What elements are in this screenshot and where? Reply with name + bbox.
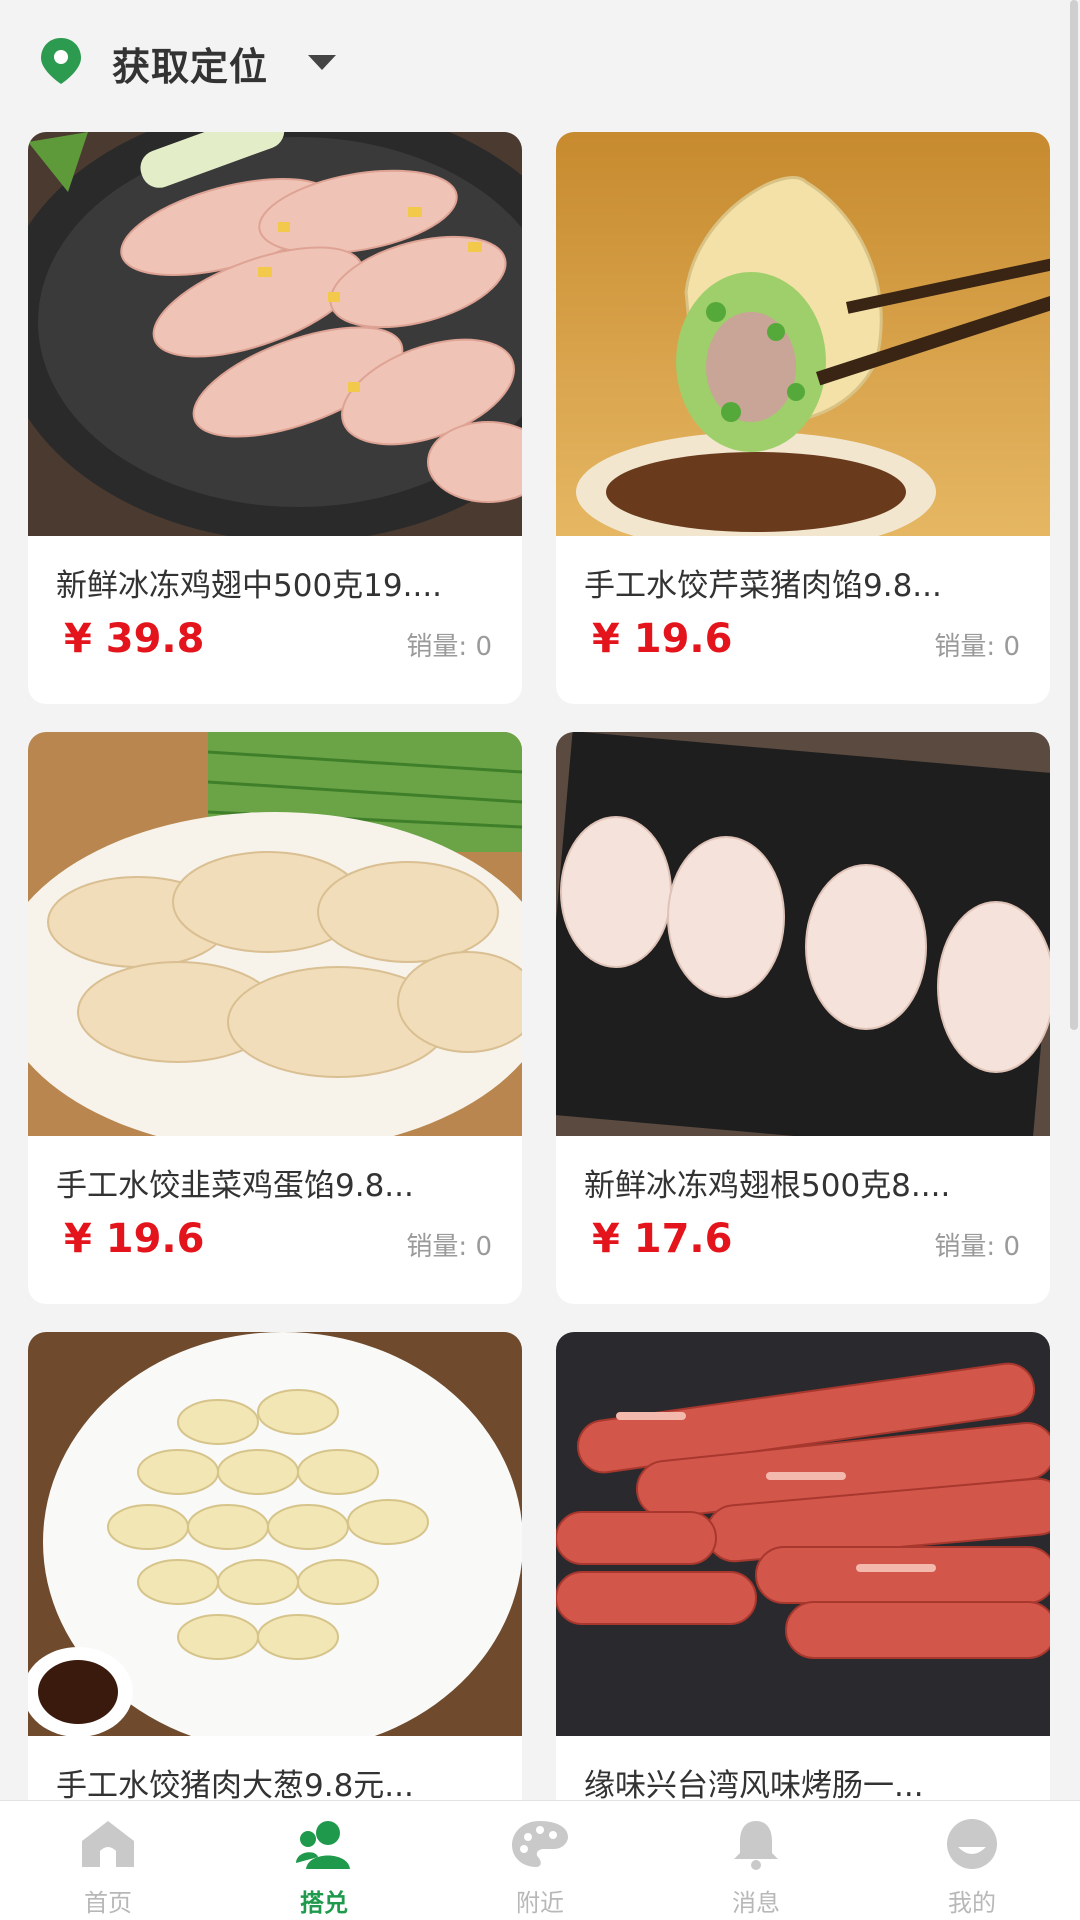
tab-messages[interactable]: 消息 <box>648 1801 864 1920</box>
product-image-drumettes[interactable] <box>556 732 1050 1136</box>
product-title[interactable]: 手工水饺芹菜猪肉馅9.8... <box>584 560 1030 605</box>
product-image-sausages[interactable] <box>556 1332 1050 1736</box>
tab-nearby[interactable]: 附近 <box>432 1801 648 1920</box>
tab-profile[interactable]: 我的 <box>864 1801 1080 1920</box>
tab-home[interactable]: 首页 <box>0 1801 216 1920</box>
tab-messages-label: 消息 <box>732 1889 780 1917</box>
app-screen: 获取定位 新鲜冰冻鸡翅中500克19.... ¥ 39.8 销量: 0 手工水饺… <box>0 0 1080 1920</box>
tab-pairing-label: 搭兑 <box>300 1889 348 1917</box>
profile-face-icon <box>942 1817 1002 1871</box>
product-price: ¥ 19.6 <box>64 1216 205 1262</box>
product-title[interactable]: 新鲜冰冻鸡翅中500克19.... <box>56 560 502 605</box>
product-image-chicken-wings[interactable] <box>28 132 522 536</box>
scrollbar[interactable] <box>1070 0 1078 1030</box>
product-card[interactable]: 新鲜冰冻鸡翅中500克19.... ¥ 39.8 销量: 0 <box>28 132 522 704</box>
product-price: ¥ 17.6 <box>592 1216 733 1262</box>
location-label[interactable]: 获取定位 <box>112 36 268 91</box>
tab-home-label: 首页 <box>84 1889 132 1917</box>
bottom-tab-bar: 首页 搭兑 附近 消息 我的 <box>0 1800 1080 1920</box>
header: 获取定位 <box>0 0 1080 120</box>
product-image-dumplings-plate[interactable] <box>28 732 522 1136</box>
product-title[interactable]: 手工水饺猪肉大葱9.8元... <box>56 1760 502 1805</box>
product-price: ¥ 39.8 <box>64 616 205 662</box>
product-card[interactable]: 手工水饺韭菜鸡蛋馅9.8... ¥ 19.6 销量: 0 <box>28 732 522 1304</box>
map-pin-icon[interactable] <box>38 36 84 86</box>
product-sales: 销量: 0 <box>406 632 492 662</box>
product-sales: 销量: 0 <box>406 1232 492 1262</box>
tab-nearby-label: 附近 <box>516 1889 564 1917</box>
bell-icon <box>726 1817 786 1871</box>
product-price: ¥ 19.6 <box>592 616 733 662</box>
product-sales: 销量: 0 <box>934 1232 1020 1262</box>
product-sales: 销量: 0 <box>934 632 1020 662</box>
caret-down-icon[interactable] <box>306 52 338 72</box>
product-title[interactable]: 手工水饺韭菜鸡蛋馅9.8... <box>56 1160 502 1205</box>
tab-profile-label: 我的 <box>948 1889 996 1917</box>
product-title[interactable]: 缘味兴台湾风味烤肠一... <box>584 1760 1030 1805</box>
product-card[interactable]: 手工水饺芹菜猪肉馅9.8... ¥ 19.6 销量: 0 <box>556 132 1050 704</box>
product-title[interactable]: 新鲜冰冻鸡翅根500克8.... <box>584 1160 1030 1205</box>
tab-pairing[interactable]: 搭兑 <box>216 1801 432 1920</box>
product-image-dumpling-chopsticks[interactable] <box>556 132 1050 536</box>
home-icon <box>78 1817 138 1871</box>
users-icon <box>294 1817 354 1871</box>
palette-icon <box>510 1817 570 1871</box>
product-image-raw-dumplings[interactable] <box>28 1332 522 1736</box>
product-card[interactable]: 新鲜冰冻鸡翅根500克8.... ¥ 17.6 销量: 0 <box>556 732 1050 1304</box>
